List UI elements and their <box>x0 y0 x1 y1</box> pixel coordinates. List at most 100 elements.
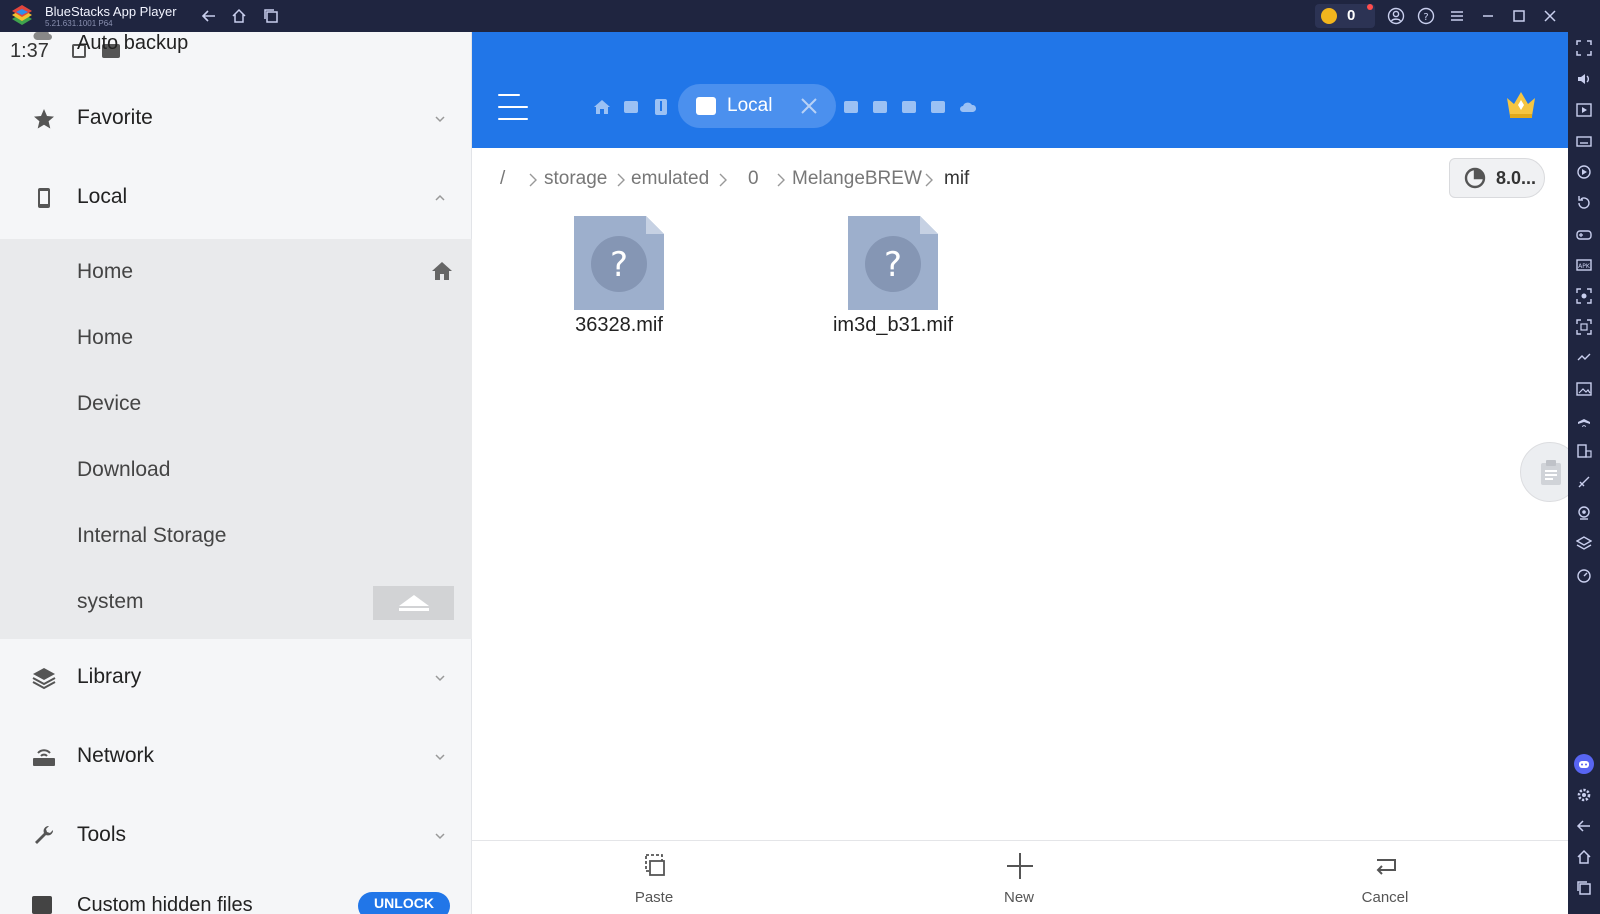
multi-instance-icon[interactable] <box>1576 443 1592 459</box>
drawer-section-library[interactable]: Library <box>0 645 472 711</box>
local-item-home-2[interactable]: Home <box>0 305 472 371</box>
breadcrumb-storage[interactable]: storage <box>544 168 607 190</box>
app-bar: Local <box>472 32 1568 148</box>
local-item-home[interactable]: Home <box>0 239 472 305</box>
wrench-icon <box>35 825 54 844</box>
eject-button[interactable] <box>373 586 454 620</box>
svg-text:?: ? <box>884 245 902 285</box>
gallery-icon[interactable] <box>1576 381 1592 397</box>
file-item[interactable]: ? im3d_b31.mif <box>798 216 988 346</box>
breadcrumb-0[interactable]: 0 <box>748 168 759 190</box>
storage-label: 8.0... <box>1496 168 1537 188</box>
chevron-down-icon <box>435 754 445 761</box>
close-tab-icon[interactable] <box>798 95 820 117</box>
star-icon <box>34 109 54 129</box>
layers-icon <box>32 668 56 690</box>
local-item-internal-storage[interactable]: Internal Storage <box>0 503 472 569</box>
coin-count: 0 <box>1347 7 1356 24</box>
volume-icon[interactable] <box>1576 71 1592 87</box>
drawer-section-favorite[interactable]: Favorite <box>0 86 472 152</box>
chevron-right-icon <box>719 173 727 187</box>
breadcrumb-emulated[interactable]: emulated <box>631 168 709 190</box>
minimize-icon[interactable] <box>1478 6 1498 26</box>
cloud-backup-icon <box>33 32 52 40</box>
rotate-icon[interactable] <box>1576 195 1592 211</box>
window-titlebar: BlueStacks App Player 5.21.631.1001 P64 … <box>0 0 1600 32</box>
archive-tab-icon[interactable] <box>652 98 670 116</box>
record-icon[interactable] <box>1576 164 1592 180</box>
breadcrumb-mif[interactable]: mif <box>944 168 969 190</box>
item-label: Home <box>77 260 134 283</box>
crown-premium-icon[interactable] <box>1505 90 1537 120</box>
paste-button[interactable]: Paste <box>584 841 724 914</box>
breadcrumb-root[interactable]: / <box>500 168 505 190</box>
local-item-device[interactable]: Device <box>0 371 472 437</box>
macro-icon[interactable] <box>1576 350 1592 366</box>
auto-backup-label[interactable]: Auto backup <box>77 32 188 55</box>
fullscreen-icon[interactable] <box>1576 40 1592 56</box>
chevron-right-icon <box>529 173 537 187</box>
book-tab-icon[interactable] <box>842 98 860 116</box>
location-icon[interactable] <box>1576 505 1592 521</box>
maximize-icon[interactable] <box>1509 6 1529 26</box>
resize-icon[interactable] <box>1576 319 1592 335</box>
back-arrow-icon[interactable] <box>1576 818 1592 834</box>
layers-icon[interactable] <box>1576 536 1592 552</box>
airplane-icon[interactable] <box>1576 412 1592 428</box>
media-icon[interactable] <box>1576 102 1592 118</box>
app-title: BlueStacks App Player <box>45 4 177 19</box>
menu-icon[interactable] <box>1447 6 1467 26</box>
help-icon[interactable]: ? <box>1416 6 1436 26</box>
paste-icon <box>645 854 665 876</box>
section-label: Favorite <box>77 106 153 129</box>
home-icon[interactable] <box>229 6 249 26</box>
storage-usage-pill[interactable]: 8.0... <box>1449 158 1545 198</box>
apk-icon[interactable]: APK <box>1576 257 1592 273</box>
android-home-icon[interactable] <box>1576 849 1592 865</box>
eco-mode-icon[interactable] <box>1576 474 1592 490</box>
cancel-button[interactable]: Cancel <box>1315 841 1455 914</box>
drawer-section-local[interactable]: Local <box>0 165 472 231</box>
tab-local[interactable]: Local <box>678 84 836 128</box>
book-tab-icon[interactable] <box>929 98 947 116</box>
section-label: Local <box>77 185 128 208</box>
breadcrumb-melangebrew[interactable]: MelangeBREW <box>792 168 922 190</box>
unknown-file-icon: ? <box>848 216 938 310</box>
tab-label: Local <box>727 95 773 116</box>
gamepad-icon[interactable] <box>1576 226 1592 242</box>
phone-icon <box>38 188 50 208</box>
drawer-section-tools[interactable]: Tools <box>0 803 472 869</box>
clipboard-button[interactable] <box>1520 442 1568 502</box>
local-item-download[interactable]: Download <box>0 437 472 503</box>
unlock-button[interactable]: UNLOCK <box>358 892 450 914</box>
app-version: 5.21.631.1001 P64 <box>45 19 113 28</box>
hamburger-menu-icon[interactable] <box>498 94 528 120</box>
file-manager-main: Local / storage emulated 0 MelangeBREW m… <box>472 32 1568 914</box>
recent-apps-icon[interactable] <box>261 6 281 26</box>
new-button[interactable]: New <box>949 841 1089 914</box>
svg-text:?: ? <box>610 245 628 285</box>
android-recents-icon[interactable] <box>1576 880 1592 896</box>
home-tab-icon[interactable] <box>593 98 611 116</box>
hidden-files-row[interactable]: Custom hidden files UNLOCK <box>0 890 472 914</box>
item-label: Download <box>77 458 171 481</box>
cloud-tab-icon[interactable] <box>959 98 977 116</box>
settings-gear-icon[interactable] <box>1576 787 1592 803</box>
back-icon[interactable] <box>199 6 219 26</box>
drawer-section-network[interactable]: Network <box>0 724 472 790</box>
close-icon[interactable] <box>1540 6 1560 26</box>
section-label: Tools <box>77 823 127 846</box>
screenshot-icon[interactable] <box>1576 288 1592 304</box>
account-icon[interactable] <box>1386 6 1406 26</box>
book-tab-icon[interactable] <box>900 98 918 116</box>
discord-icon[interactable] <box>1574 754 1594 774</box>
book-tab-icon[interactable] <box>622 98 640 116</box>
coins-pill[interactable]: 0 <box>1315 4 1375 28</box>
book-tab-icon[interactable] <box>871 98 889 116</box>
keyboard-icon[interactable] <box>1576 133 1592 149</box>
chevron-down-icon <box>435 675 445 682</box>
item-label: system <box>77 590 144 613</box>
speed-icon[interactable] <box>1576 567 1592 583</box>
local-item-system[interactable]: system <box>0 569 472 635</box>
file-item[interactable]: ? 36328.mif <box>524 216 714 346</box>
